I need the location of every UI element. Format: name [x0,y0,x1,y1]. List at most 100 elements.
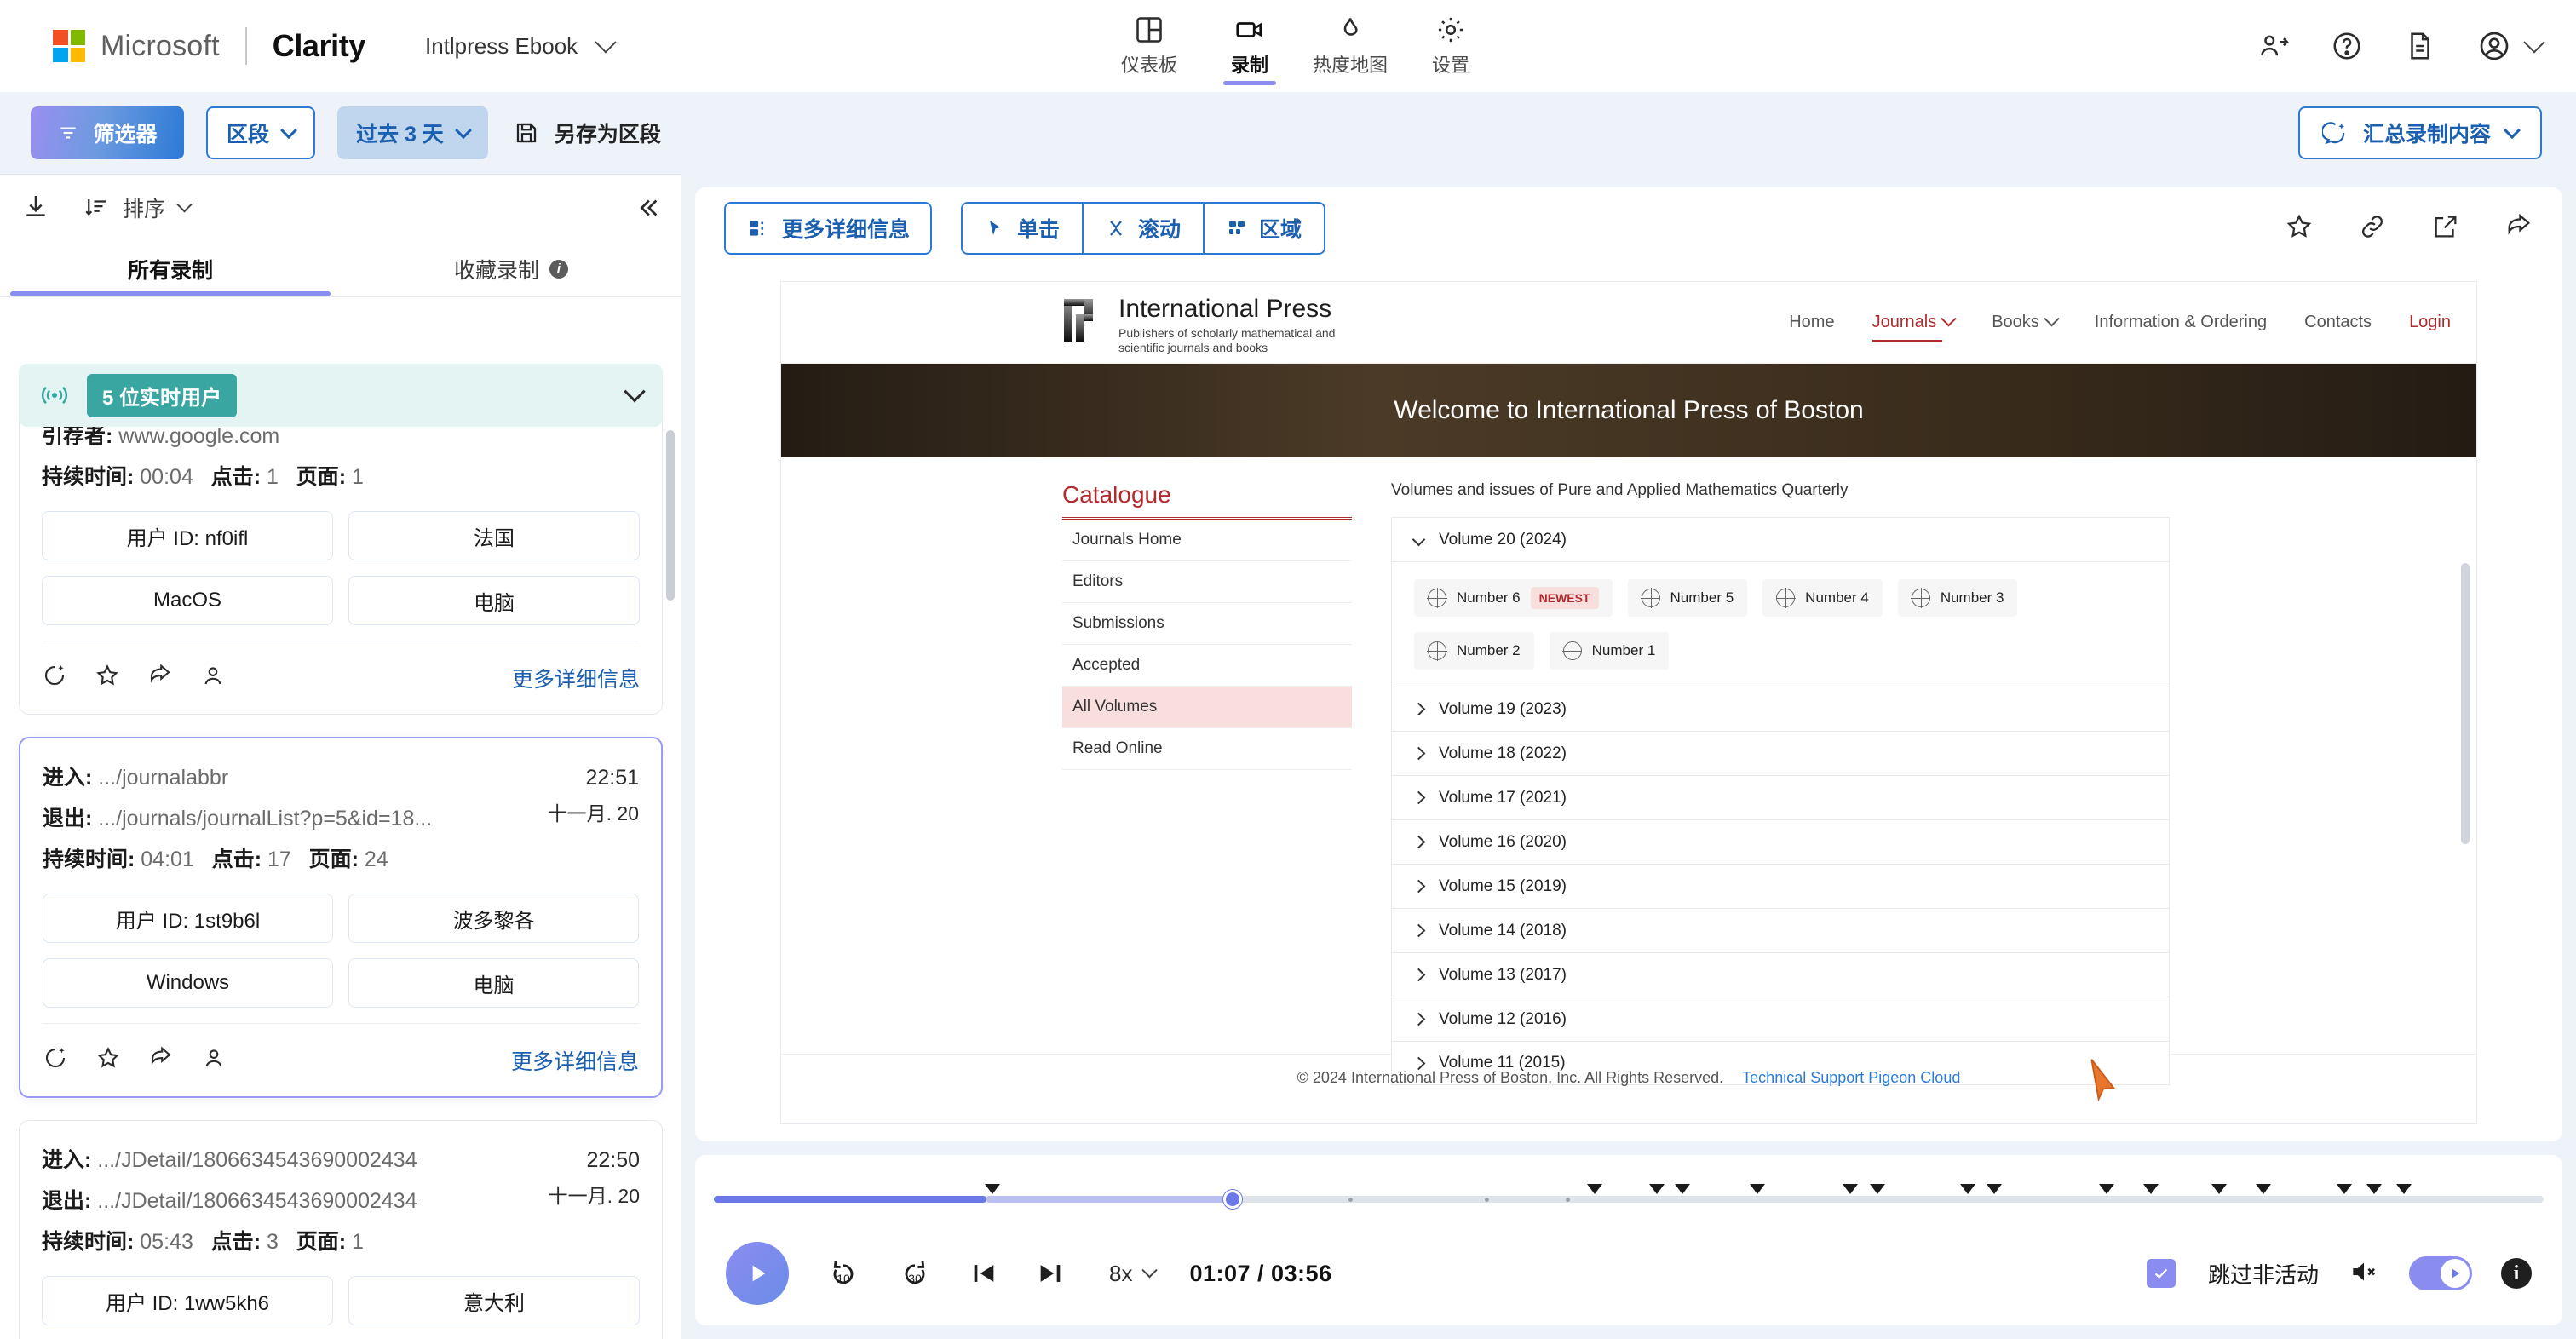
recording-card[interactable]: 引荐者: www.google.com 持续时间: 00:04 点击: 1 页面… [19,396,663,715]
volume-row-open[interactable]: Volume 20 (2024) [1391,517,2170,561]
site-nav-information[interactable]: Information & Ordering [2095,313,2267,332]
issue-number-2[interactable]: Number 2 [1414,632,1534,670]
timeline[interactable] [714,1184,2544,1210]
filter-scroll[interactable]: 滚动 [1084,204,1205,253]
timeline-event-marker[interactable] [1960,1184,1975,1194]
daterange-dropdown[interactable]: 过去 3 天 [337,106,488,159]
catalogue-item-read-online[interactable]: Read Online [1062,728,1352,770]
issue-number-4[interactable]: Number 4 [1762,579,1883,617]
catalogue-item-submissions[interactable]: Submissions [1062,603,1352,645]
filter-area[interactable]: 区域 [1205,204,1324,253]
timeline-event-marker[interactable] [1870,1184,1885,1194]
site-nav-books[interactable]: Books [1992,311,2060,332]
share-icon[interactable] [147,663,173,692]
timeline-event-marker[interactable] [1675,1184,1690,1194]
more-details-button[interactable]: 更多详细信息 [724,202,933,255]
account-menu[interactable] [2477,29,2545,63]
segment-dropdown[interactable]: 区段 [206,106,316,159]
user-profile-icon[interactable] [200,663,226,692]
collapse-left-icon[interactable] [632,193,661,227]
favorite-star-icon[interactable] [95,663,120,692]
save-as-segment-button[interactable]: 另存为区段 [514,118,661,148]
rewind-10-button[interactable]: 10 [826,1256,860,1290]
share-icon[interactable] [148,1045,174,1075]
timeline-event-marker[interactable] [1649,1184,1665,1194]
project-selector[interactable]: Intlpress Ebook [425,32,617,60]
timeline-event-marker[interactable] [2337,1184,2352,1194]
help-circle-icon[interactable] [2331,30,2363,62]
autoplay-toggle[interactable] [2409,1256,2472,1290]
sort-dropdown[interactable]: 排序 [83,193,193,223]
tab-heatmaps[interactable]: 热度地图 [1300,0,1400,92]
recording-card[interactable]: 22:50 十一月. 20 进入: .../JDetail/1806634543… [19,1120,663,1339]
recordings-list[interactable]: 引荐者: www.google.com 持续时间: 00:04 点击: 1 页面… [0,364,681,1339]
volume-row[interactable]: Volume 19 (2023) [1391,687,2170,731]
next-track-button[interactable] [1036,1259,1065,1288]
timeline-event-marker[interactable] [1587,1184,1602,1194]
speed-dropdown[interactable]: 8x [1109,1261,1159,1287]
catalogue-item-editors[interactable]: Editors [1062,561,1352,603]
timeline-handle[interactable] [1223,1190,1242,1209]
favorite-star-icon[interactable] [2285,212,2314,245]
document-icon[interactable] [2404,30,2436,62]
timeline-event-marker[interactable] [2256,1184,2271,1194]
issue-number-5[interactable]: Number 5 [1627,579,1748,617]
more-details-link[interactable]: 更多详细信息 [511,1045,639,1076]
sidebar-scrollbar[interactable] [666,430,675,601]
catalogue-item-accepted[interactable]: Accepted [1062,645,1352,687]
download-icon[interactable] [22,193,49,224]
tab-settings[interactable]: 设置 [1400,0,1501,92]
timeline-event-marker[interactable] [2366,1184,2382,1194]
replay-scrollbar[interactable] [2461,563,2470,844]
site-nav-journals[interactable]: Journals [1872,311,1957,342]
more-details-link[interactable]: 更多详细信息 [512,663,640,693]
people-share-icon[interactable] [2257,30,2290,62]
tab-dashboard[interactable]: 仪表板 [1099,0,1199,92]
filters-button[interactable]: 筛选器 [31,106,184,159]
tab-favorite-recordings[interactable]: 收藏录制 i [341,241,681,296]
forward-30-button[interactable]: 30 [898,1256,932,1290]
copy-link-icon[interactable] [2358,212,2387,245]
tab-all-recordings[interactable]: 所有录制 [0,241,341,296]
site-nav-contacts[interactable]: Contacts [2304,313,2372,332]
volume-row[interactable]: Volume 17 (2021) [1391,775,2170,819]
open-external-icon[interactable] [2431,212,2460,245]
mute-button[interactable] [2348,1256,2380,1292]
tab-recordings[interactable]: 录制 [1199,0,1300,92]
volume-row[interactable]: Volume 12 (2016) [1391,997,2170,1041]
ai-summary-icon[interactable] [42,663,67,692]
issue-number-6[interactable]: Number 6 NEWEST [1414,579,1613,617]
share-icon[interactable] [2504,212,2533,245]
catalogue-item-journals-home[interactable]: Journals Home [1062,520,1352,561]
favorite-star-icon[interactable] [95,1045,121,1075]
timeline-event-marker[interactable] [985,1184,1000,1194]
site-nav-home[interactable]: Home [1789,313,1834,332]
site-nav-login[interactable]: Login [2409,313,2451,332]
volume-row[interactable]: Volume 18 (2022) [1391,731,2170,775]
volume-row[interactable]: Volume 16 (2020) [1391,819,2170,864]
skip-inactive-checkbox[interactable] [2146,1259,2176,1288]
volume-row[interactable]: Volume 15 (2019) [1391,864,2170,908]
timeline-event-marker[interactable] [2396,1184,2412,1194]
timeline-event-marker[interactable] [2143,1184,2159,1194]
recording-card[interactable]: 22:51 十一月. 20 进入: .../journalabbr 退出: ..… [19,737,663,1098]
microsoft-logo[interactable]: Microsoft [53,30,220,63]
live-users-banner[interactable]: 5 位实时用户 [19,364,663,427]
volume-row[interactable]: Volume 13 (2017) [1391,952,2170,997]
previous-track-button[interactable] [969,1259,998,1288]
footer-support-link[interactable]: Technical Support Pigeon Cloud [1742,1069,1960,1087]
issue-number-1[interactable]: Number 1 [1549,632,1670,670]
timeline-event-marker[interactable] [1987,1184,2002,1194]
timeline-event-marker[interactable] [1843,1184,1858,1194]
timeline-event-marker[interactable] [1750,1184,1765,1194]
timeline-event-marker[interactable] [2211,1184,2227,1194]
ai-summary-icon[interactable] [43,1045,68,1075]
catalogue-item-all-volumes[interactable]: All Volumes [1062,687,1352,728]
summarize-recordings-button[interactable]: 汇总录制内容 [2297,106,2542,159]
filter-click[interactable]: 单击 [963,204,1084,253]
user-profile-icon[interactable] [201,1045,227,1075]
timeline-event-marker[interactable] [2099,1184,2114,1194]
info-icon[interactable]: i [2501,1258,2532,1289]
issue-number-3[interactable]: Number 3 [1897,579,2018,617]
volume-row[interactable]: Volume 14 (2018) [1391,908,2170,952]
